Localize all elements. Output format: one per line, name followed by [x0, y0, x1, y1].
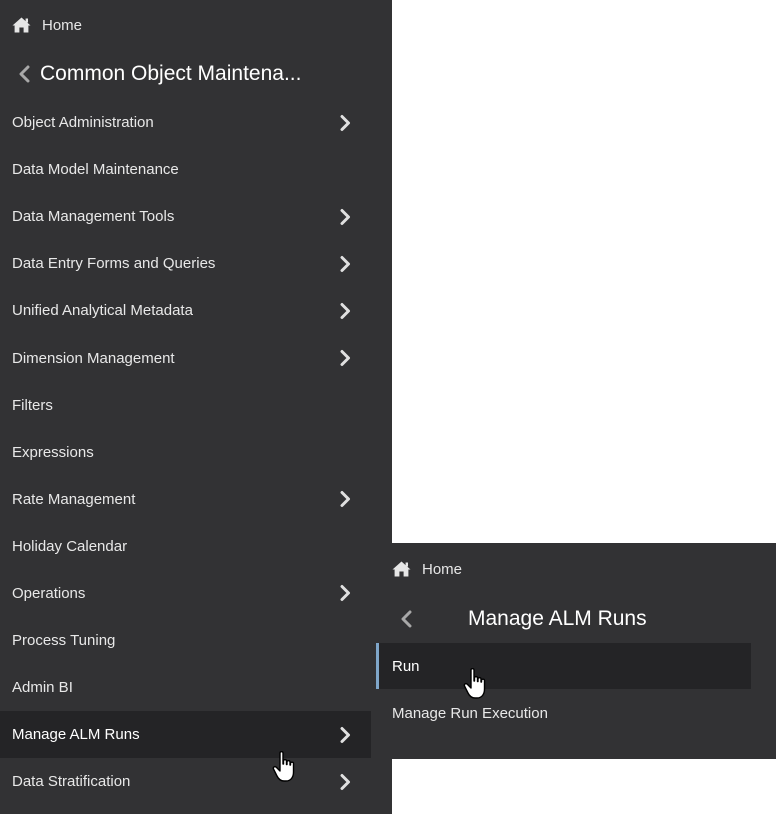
menu-item-label: Dimension Management [12, 349, 175, 367]
home-label: Home [42, 16, 83, 34]
menu-item-label: Rate Management [12, 490, 136, 508]
menu-item-label: Operations [12, 584, 86, 602]
hand-pointer-cursor [462, 667, 492, 701]
menu-item-label: Filters [12, 396, 53, 414]
chevron-left-icon [19, 65, 30, 83]
menu-item-admin-bi[interactable]: Admin BI [0, 664, 371, 711]
menu-item-label: Data Entry Forms and Queries [12, 255, 216, 273]
submenu-back-button[interactable] [400, 610, 412, 628]
chevron-right-icon[interactable] [340, 585, 351, 602]
chevron-right-icon[interactable] [340, 773, 351, 790]
submenu-title: Manage ALM Runs [468, 607, 647, 630]
menu-item-label: Process Tuning [12, 632, 116, 650]
chevron-right-icon[interactable] [340, 726, 351, 743]
submenu-drawer: Home Manage ALM Runs Run Manage Run Exec… [376, 543, 776, 759]
menu-item-data-management-tools[interactable]: Data Management Tools [0, 193, 371, 240]
nav-menu: Object Administration Data Model Maintena… [0, 99, 371, 805]
submenu-header: Manage ALM Runs [400, 607, 760, 631]
menu-item-label: Manage ALM Runs [12, 726, 140, 744]
submenu-item-label: Manage Run Execution [392, 704, 548, 722]
menu-item-label: Data Model Maintenance [12, 161, 179, 179]
home-icon [12, 17, 31, 33]
menu-item-expressions[interactable]: Expressions [0, 429, 371, 476]
back-button[interactable] [18, 65, 30, 83]
menu-item-rate-management[interactable]: Rate Management [0, 476, 371, 523]
navigation-drawer: Home Common Object Maintena... Object Ad… [0, 0, 392, 814]
chevron-right-icon[interactable] [340, 350, 351, 367]
chevron-right-icon[interactable] [340, 114, 351, 131]
submenu-item-label: Run [392, 657, 420, 675]
menu-item-filters[interactable]: Filters [0, 382, 371, 429]
submenu-home-link[interactable]: Home [392, 554, 462, 584]
menu-item-object-administration[interactable]: Object Administration [0, 99, 371, 146]
menu-item-data-stratification[interactable]: Data Stratification [0, 758, 371, 805]
nav-title: Common Object Maintena... [40, 62, 302, 85]
submenu-item-run[interactable]: Run [376, 643, 751, 689]
menu-item-holiday-calendar[interactable]: Holiday Calendar [0, 523, 371, 570]
menu-item-label: Expressions [12, 443, 94, 461]
menu-item-dimension-management[interactable]: Dimension Management [0, 334, 371, 381]
hand-pointer-cursor [271, 750, 301, 784]
home-icon [392, 561, 411, 577]
menu-item-manage-alm-runs[interactable]: Manage ALM Runs [0, 711, 371, 759]
menu-item-data-model-maintenance[interactable]: Data Model Maintenance [0, 146, 371, 193]
home-link[interactable]: Home [12, 10, 82, 40]
menu-item-process-tuning[interactable]: Process Tuning [0, 617, 371, 664]
menu-item-data-entry-forms-and-queries[interactable]: Data Entry Forms and Queries [0, 240, 371, 287]
menu-item-unified-analytical-metadata[interactable]: Unified Analytical Metadata [0, 287, 371, 334]
chevron-right-icon[interactable] [340, 208, 351, 225]
menu-item-label: Unified Analytical Metadata [12, 302, 193, 320]
menu-item-label: Data Stratification [12, 773, 131, 791]
submenu-item-manage-run-execution[interactable]: Manage Run Execution [376, 690, 751, 736]
menu-item-label: Data Management Tools [12, 208, 175, 226]
chevron-right-icon[interactable] [340, 255, 351, 272]
home-label: Home [422, 560, 463, 578]
menu-item-label: Admin BI [12, 679, 73, 697]
chevron-right-icon[interactable] [340, 302, 351, 319]
menu-item-operations[interactable]: Operations [0, 570, 371, 617]
menu-item-label: Object Administration [12, 114, 154, 132]
chevron-left-icon [401, 610, 412, 628]
nav-header: Common Object Maintena... [18, 62, 301, 86]
chevron-right-icon[interactable] [340, 491, 351, 508]
menu-item-label: Holiday Calendar [12, 537, 128, 555]
